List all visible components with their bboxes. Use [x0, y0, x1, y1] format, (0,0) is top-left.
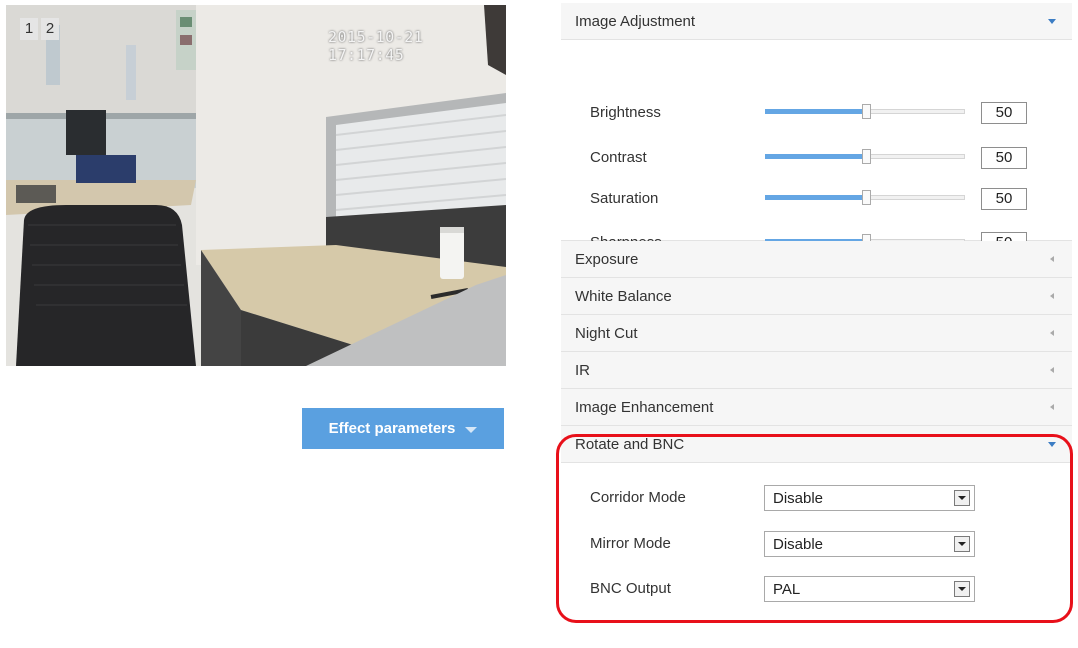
section-header-image-adjustment[interactable]: Image Adjustment [561, 3, 1072, 40]
bnc-output-select[interactable]: PAL [764, 576, 975, 602]
slider-label: Saturation [590, 190, 659, 207]
slider-row-brightness: Brightness 50 [561, 102, 1072, 126]
section-title: White Balance [575, 288, 672, 305]
collapse-arrow-icon [1050, 404, 1054, 410]
slider-row-saturation: Saturation 50 [561, 188, 1072, 212]
corridor-mode-select[interactable]: Disable [764, 485, 975, 511]
contrast-value-input[interactable]: 50 [981, 147, 1027, 169]
section-title: IR [575, 362, 590, 379]
section-header-night-cut[interactable]: Night Cut [561, 315, 1072, 352]
select-row-corridor-mode: Corridor Mode Disable [561, 485, 1072, 511]
collapse-arrow-icon [1050, 256, 1054, 262]
select-value: PAL [773, 581, 801, 598]
expand-arrow-icon [1048, 19, 1056, 24]
select-value: Disable [773, 536, 824, 553]
slider-fill [765, 154, 865, 159]
collapse-arrow-icon [1050, 293, 1054, 299]
section-title: Exposure [575, 251, 639, 268]
section-title: Night Cut [575, 325, 638, 342]
effect-parameters-label: Effect parameters [328, 420, 456, 437]
dropdown-arrow-icon[interactable] [954, 581, 970, 597]
slider-thumb[interactable] [862, 149, 871, 164]
section-header-exposure[interactable]: Exposure [561, 241, 1072, 278]
dropdown-arrow-icon[interactable] [954, 536, 970, 552]
collapse-arrow-icon [1050, 330, 1054, 336]
field-label: Mirror Mode [590, 535, 671, 552]
brightness-slider-track[interactable] [765, 104, 965, 119]
slider-label: Brightness [590, 104, 661, 121]
channel-2-badge[interactable]: 2 [41, 18, 59, 40]
section-header-rotate-bnc[interactable]: Rotate and BNC [561, 426, 1072, 463]
video-preview[interactable]: 1 2 2015-10-21 17:17:45 [6, 5, 506, 366]
saturation-slider-track[interactable] [765, 190, 965, 205]
slider-fill [765, 195, 865, 200]
section-title: Image Adjustment [575, 13, 696, 30]
image-adjustment-body: Brightness 50 Contrast 50 Saturation 50 [561, 40, 1072, 254]
field-label: BNC Output [590, 580, 671, 597]
field-label: Corridor Mode [590, 489, 686, 506]
mirror-mode-select[interactable]: Disable [764, 531, 975, 557]
slider-label: Contrast [590, 149, 647, 166]
section-header-image-enhancement[interactable]: Image Enhancement [561, 389, 1072, 426]
dropdown-arrow-icon[interactable] [954, 490, 970, 506]
channel-selector: 1 2 [20, 18, 59, 40]
select-value: Disable [773, 490, 824, 507]
effect-parameters-button[interactable]: Effect parameters [302, 408, 504, 449]
rotate-bnc-body: Corridor Mode Disable Mirror Mode Disabl… [561, 463, 1072, 648]
osd-timestamp: 2015-10-21 17:17:45 [328, 28, 424, 64]
channel-1-badge[interactable]: 1 [20, 18, 38, 40]
section-header-ir[interactable]: IR [561, 352, 1072, 389]
slider-row-contrast: Contrast 50 [561, 147, 1072, 171]
slider-thumb[interactable] [862, 104, 871, 119]
saturation-value-input[interactable]: 50 [981, 188, 1027, 210]
section-header-white-balance[interactable]: White Balance [561, 278, 1072, 315]
slider-fill [765, 109, 865, 114]
section-title: Image Enhancement [575, 399, 714, 416]
settings-panel: Image Adjustment Brightness 50 Contrast … [561, 3, 1072, 648]
slider-thumb[interactable] [862, 190, 871, 205]
contrast-slider-track[interactable] [765, 149, 965, 164]
section-title: Rotate and BNC [575, 436, 685, 453]
select-row-bnc-output: BNC Output PAL [561, 576, 1072, 602]
collapse-arrow-icon [1050, 367, 1054, 373]
brightness-value-input[interactable]: 50 [981, 102, 1027, 124]
select-row-mirror-mode: Mirror Mode Disable [561, 531, 1072, 557]
expand-arrow-icon [1048, 442, 1056, 447]
caret-down-icon [465, 427, 478, 433]
